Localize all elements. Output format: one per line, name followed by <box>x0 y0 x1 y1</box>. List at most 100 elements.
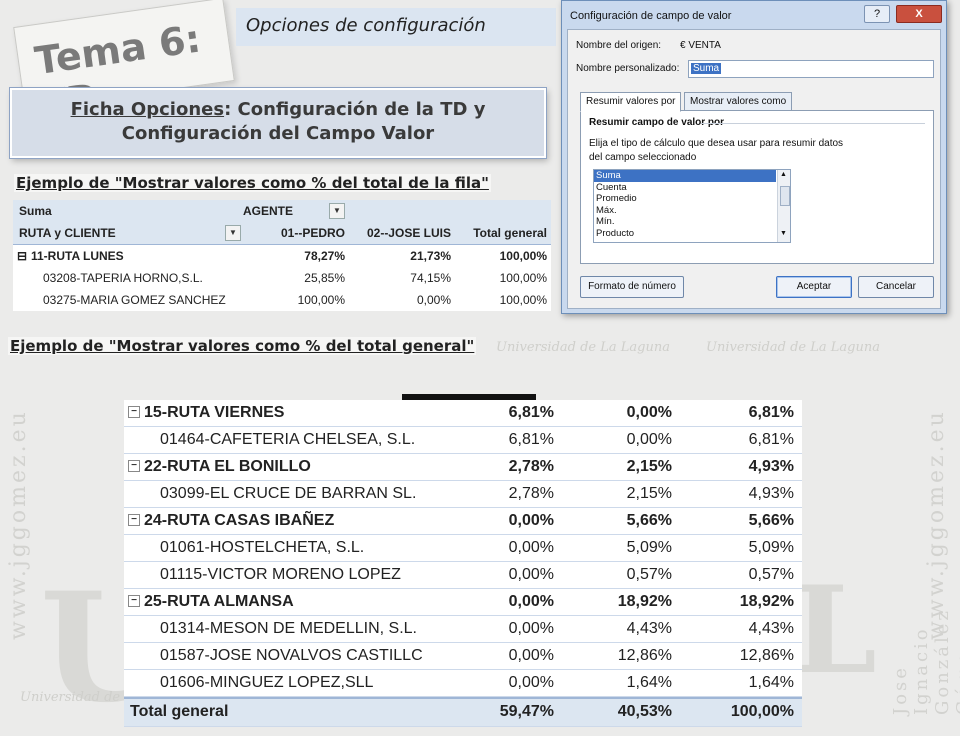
grand-total-row: Total general 59,47% 40,53% 100,00% <box>124 697 802 727</box>
agente-filter-dropdown[interactable]: ▼ <box>329 203 345 219</box>
cell-value: 0,00% <box>508 512 554 529</box>
cell-value: 0,00% <box>508 566 554 583</box>
source-name-value: € VENTA <box>680 40 721 51</box>
subtitle-line2: Configuración del Campo Valor <box>121 123 435 144</box>
table-row: 01587-JOSE NOVALVOS CASTILLC 0,00% 12,86% 1… <box>124 643 802 670</box>
cell-value: 12,86% <box>617 647 672 664</box>
table-row: 03208-TAPERIA HORNO,S.L. 25,85% 74,15% 1… <box>13 267 551 289</box>
cell-value: 4,43% <box>626 620 672 637</box>
list-item[interactable]: Cuenta <box>594 182 790 194</box>
cell-value: 25,85% <box>304 271 345 285</box>
cell-value: 5,66% <box>748 512 794 529</box>
calculation-listbox[interactable]: Suma Cuenta Promedio Máx. Mín. Producto … <box>593 169 791 243</box>
cell-value: 0,57% <box>748 566 794 583</box>
example2-title: Ejemplo de "Mostrar valores como % del t… <box>8 337 477 355</box>
list-item[interactable]: Suma <box>594 170 776 182</box>
row-label: 03208-TAPERIA HORNO,S.L. <box>43 271 203 285</box>
row-label: 24-RUTA CASAS IBAÑEZ <box>144 512 335 529</box>
row-label: 25-RUTA ALMANSA <box>144 593 294 610</box>
row-label: 03275-MARIA GOMEZ SANCHEZ <box>43 293 226 307</box>
custom-name-input[interactable]: Suma <box>688 60 934 78</box>
cell-value: 1,64% <box>748 674 794 691</box>
dialog-titlebar[interactable]: Configuración de campo de valor ? X <box>562 1 946 29</box>
list-item[interactable]: Producto <box>594 228 790 240</box>
cell-value: 5,66% <box>626 512 672 529</box>
pivot-table-grand-percent: −15-RUTA VIERNES 6,81% 0,00% 6,81% 01464-CAF… <box>124 400 802 727</box>
cell-value: 100,00% <box>499 249 547 263</box>
row-label: 01314-MESON DE MEDELLIN, S.L. <box>160 620 417 637</box>
cell-value: 4,93% <box>748 458 794 475</box>
row-label: 01115-VICTOR MORENO LOPEZ <box>160 566 401 583</box>
row-filter-dropdown[interactable]: ▼ <box>225 225 241 241</box>
subtitle-underlined: Ficha Opciones <box>70 99 225 120</box>
list-item[interactable]: Mín. <box>594 216 790 228</box>
custom-name-label: Nombre personalizado: <box>576 63 680 74</box>
cell-value: 59,47% <box>499 703 554 720</box>
table-row: −24-RUTA CASAS IBAÑEZ 0,00% 5,66% 5,66% <box>124 508 802 535</box>
custom-name-value: Suma <box>691 63 722 74</box>
row-label: 22-RUTA EL BONILLO <box>144 458 311 475</box>
row-label: 01061-HOSTELCHETA, S.L. <box>160 539 365 556</box>
row-label: 01464-CAFETERIA CHELSEA, S.L. <box>160 431 416 448</box>
cell-value: 2,15% <box>626 458 672 475</box>
collapse-icon[interactable]: − <box>128 514 140 526</box>
dialog-body: Nombre del origen: € VENTA Nombre person… <box>567 29 941 309</box>
dialog-title: Configuración de campo de valor <box>570 10 732 22</box>
tab-summarize-by[interactable]: Resumir valores por <box>580 92 682 112</box>
collapse-icon[interactable]: − <box>128 595 140 607</box>
column-field-label: AGENTE <box>243 204 294 218</box>
value-field-label: Suma <box>19 204 52 218</box>
row-label: 01587-JOSE NOVALVOS CASTILLC <box>160 647 423 664</box>
collapse-icon[interactable]: − <box>128 460 140 472</box>
row-label: 11-RUTA LUNES <box>31 249 124 263</box>
table-row: 01606-MINGUEZ LOPEZ,SLL 0,00% 1,64% 1,64% <box>124 670 802 697</box>
cell-value: 0,00% <box>626 431 672 448</box>
cancel-button[interactable]: Cancelar <box>858 276 934 298</box>
scroll-up-icon[interactable]: ▲ <box>780 171 787 178</box>
pivot-header-row-2: RUTA y CLIENTE ▼ 01--PEDRO 02--JOSE LUIS… <box>13 222 551 245</box>
scroll-down-icon[interactable]: ▼ <box>780 230 787 237</box>
cell-value: 2,15% <box>626 485 672 502</box>
cell-value: 2,78% <box>508 458 554 475</box>
scrollbar-thumb[interactable] <box>780 186 790 206</box>
cell-value: 6,81% <box>508 431 554 448</box>
cell-value: 6,81% <box>508 404 554 421</box>
number-format-button[interactable]: Formato de número <box>580 276 684 298</box>
cell-value: 5,09% <box>626 539 672 556</box>
cell-value: 6,81% <box>748 404 794 421</box>
table-row: −15-RUTA VIERNES 6,81% 0,00% 6,81% <box>124 400 802 427</box>
cell-value: 5,09% <box>748 539 794 556</box>
list-item[interactable]: Máx. <box>594 205 790 217</box>
listbox-scrollbar[interactable]: ▲ ▼ <box>777 170 790 242</box>
cell-value: 0,00% <box>508 647 554 664</box>
slide-subtitle-box: Ficha Opciones: Configuración de la TD y… <box>10 88 546 158</box>
watermark-site-right: www.jggomez.eu <box>924 409 949 640</box>
table-row: 01061-HOSTELCHETA, S.L. 0,00% 5,09% 5,09% <box>124 535 802 562</box>
value-field-settings-dialog: Configuración de campo de valor ? X Nomb… <box>561 0 947 314</box>
watermark-university: Universidad de La Laguna <box>496 340 670 355</box>
cell-value: 18,92% <box>739 593 794 610</box>
cell-value: 100,00% <box>499 271 547 285</box>
cell-value: 18,92% <box>617 593 672 610</box>
cell-value: 4,43% <box>748 620 794 637</box>
watermark-university-2: Universidad de La Laguna <box>706 340 880 355</box>
cell-value: 0,00% <box>508 593 554 610</box>
tab-panel: Resumir campo de valor por Elija el tipo… <box>580 110 934 264</box>
cell-value: 2,78% <box>508 485 554 502</box>
cell-value: 0,00% <box>416 293 451 307</box>
tab-show-values-as[interactable]: Mostrar valores como <box>684 92 793 112</box>
help-button[interactable]: ? <box>864 5 890 23</box>
collapse-icon[interactable]: − <box>128 406 140 418</box>
cell-value: 100,00% <box>499 293 547 307</box>
collapse-icon[interactable]: ⊟ <box>17 249 27 263</box>
table-row: 03275-MARIA GOMEZ SANCHEZ 100,00% 0,00% … <box>13 289 551 311</box>
cell-value: 1,64% <box>626 674 672 691</box>
close-button[interactable]: X <box>896 5 942 23</box>
list-item[interactable]: Promedio <box>594 193 790 205</box>
table-row: 01314-MESON DE MEDELLIN, S.L. 0,00% 4,43% 4… <box>124 616 802 643</box>
watermark-site-left: www.jggomez.eu <box>6 409 31 640</box>
cell-value: 12,86% <box>739 647 794 664</box>
ok-button[interactable]: Aceptar <box>776 276 852 298</box>
subtitle-rest: : Configuración de la TD y <box>224 99 486 120</box>
section-banner-title: Opciones de configuración <box>246 15 486 36</box>
